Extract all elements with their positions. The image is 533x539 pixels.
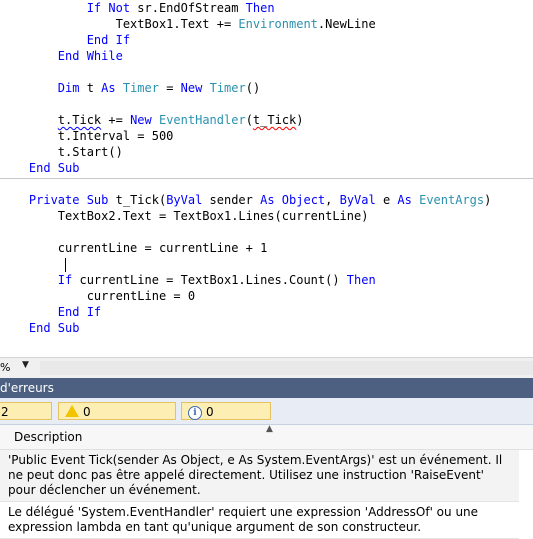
code-token: End Sub [28,321,80,335]
code-token: Timer [122,81,159,95]
error-row[interactable]: Le délégué 'System.EventHandler' requier… [0,502,519,539]
code-token: End If [86,33,131,47]
code-token: .NewLine [317,17,376,31]
code-token: End Sub [28,161,80,175]
code-line[interactable]: End While [0,48,533,64]
info-icon: i [188,405,202,420]
code-token: Timer [209,81,246,95]
code-line[interactable]: t.Tick += New EventHandler(t_Tick) [0,112,533,128]
error-list-panel: d'erreurs 2 erreurs 0 avertissements i0 … [0,378,533,539]
code-token: t_Tick [252,113,297,127]
error-row[interactable]: 'Public Event Tick(sender As Object, e A… [0,450,519,502]
code-line[interactable] [0,96,533,112]
code-token: currentLine = 0 [86,289,196,303]
code-token: t.Start() [57,145,123,159]
code-token: EventArgs [419,193,485,207]
messages-filter-button[interactable]: i0 messages [181,402,271,437]
code-token: currentLine = currentLine + 1 [57,241,268,255]
code-token: ) [484,193,492,207]
code-editor[interactable]: If Not sr.EndOfStream Then TextBox1.Text… [0,0,533,357]
code-line[interactable]: t.Interval = 500 [0,128,533,144]
code-token: Private Sub [28,193,109,207]
code-token: TextBox2.Text = TextBox1.Lines(currentLi… [57,209,369,223]
sort-arrow-icon: ▲ [266,424,273,434]
code-token: currentLine = TextBox1.Lines.Count() [72,273,347,287]
code-token: New [180,81,203,95]
code-line[interactable]: Private Sub t_Tick(ByVal sender As Objec… [0,192,533,208]
zoom-dropdown-icon[interactable]: ▼ [22,360,29,370]
code-token: End While [57,49,123,63]
text-caret [65,258,66,272]
code-line[interactable]: End If [0,304,533,320]
code-token: As [397,193,412,207]
code-area[interactable]: If Not sr.EndOfStream Then TextBox1.Text… [0,0,533,336]
code-token: As [101,81,116,95]
column-description[interactable]: Description [14,425,82,449]
code-line[interactable]: TextBox2.Text = TextBox1.Lines(currentLi… [0,208,533,224]
zoom-level[interactable]: % [0,360,10,376]
code-token: As [260,193,275,207]
code-line[interactable]: t.Start() [0,144,533,160]
error-list-header: Description ▲ [0,424,533,450]
code-line[interactable]: Dim t As Timer = New Timer() [0,80,533,96]
code-token: sr.EndOfStream [130,1,246,15]
code-token: t [79,81,102,95]
code-token: TextBox1.Text += [115,17,239,31]
code-token: Dim [57,81,80,95]
code-token: If [57,273,73,287]
error-list-title: d'erreurs [0,378,533,398]
code-line[interactable]: If Not sr.EndOfStream Then [0,0,533,16]
code-token: Environment [238,17,318,31]
code-token: , [325,193,340,207]
code-line[interactable]: currentLine = 0 [0,288,533,304]
code-token: ByVal [166,193,203,207]
code-token: = [158,81,181,95]
code-line[interactable]: End If [0,32,533,48]
code-line[interactable] [0,256,533,272]
error-rows: 'Public Event Tick(sender As Object, e A… [0,450,533,539]
code-line[interactable]: currentLine = currentLine + 1 [0,240,533,256]
warning-icon [65,404,79,422]
code-token: Then [346,273,376,287]
editor-status-bar: % ▼ [0,357,533,378]
errors-filter-button[interactable]: 2 erreurs [0,402,52,437]
code-token: Then [245,1,275,15]
code-token: New [130,113,152,127]
method-separator [0,178,533,179]
code-token: If Not [86,1,131,15]
code-line[interactable]: If currentLine = TextBox1.Lines.Count() … [0,272,533,288]
code-line[interactable]: End Sub [0,320,533,336]
warnings-filter-button[interactable]: 0 avertissements [58,402,176,438]
code-token: ) [296,113,304,127]
code-token: ( [245,113,253,127]
code-token: sender [202,193,261,207]
code-token: t_Tick( [108,193,167,207]
code-token: e [375,193,398,207]
code-line[interactable] [0,224,533,240]
code-token: EventHandler [158,113,246,127]
code-token: ByVal [339,193,376,207]
code-token: t.Tick [57,113,102,127]
code-line[interactable] [0,64,533,80]
code-token: t.Interval = 500 [57,129,174,143]
code-line[interactable]: TextBox1.Text += Environment.NewLine [0,16,533,32]
code-token: () [245,81,261,95]
code-token: Object [281,193,326,207]
code-token: += [101,113,131,127]
code-line[interactable]: End Sub [0,160,533,176]
code-token: End If [57,305,102,319]
horizontal-scrollbar[interactable] [40,361,533,375]
